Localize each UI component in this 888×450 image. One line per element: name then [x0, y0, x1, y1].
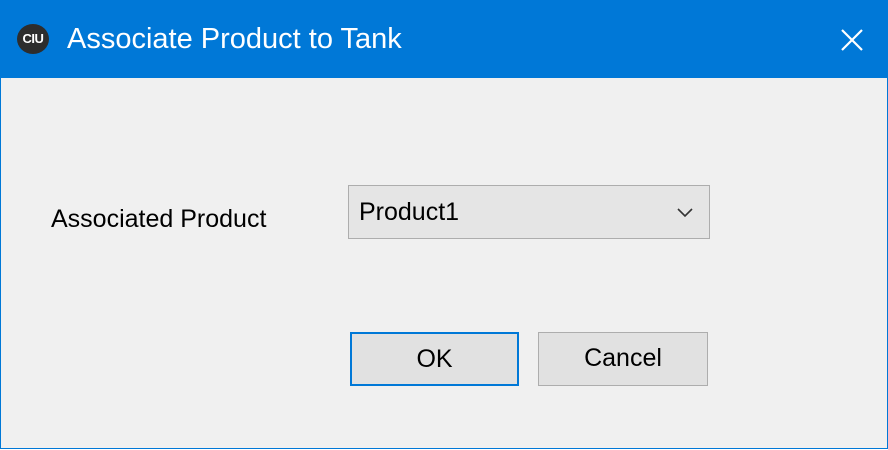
app-icon: CIU — [17, 24, 49, 54]
close-icon — [841, 29, 863, 51]
dialog-window: CIU Associate Product to Tank Associated… — [0, 0, 888, 449]
cancel-button[interactable]: Cancel — [538, 332, 708, 386]
chevron-down-icon — [677, 208, 693, 218]
title-bar[interactable]: CIU Associate Product to Tank — [1, 0, 887, 78]
associated-product-dropdown[interactable]: Product1 — [348, 185, 710, 239]
dialog-content: Associated Product Product1 OK Cancel — [1, 78, 887, 448]
window-title: Associate Product to Tank — [67, 23, 402, 55]
associated-product-label: Associated Product — [51, 205, 267, 233]
ok-button[interactable]: OK — [350, 332, 519, 386]
associated-product-value: Product1 — [359, 198, 460, 226]
close-button[interactable] — [815, 0, 887, 78]
